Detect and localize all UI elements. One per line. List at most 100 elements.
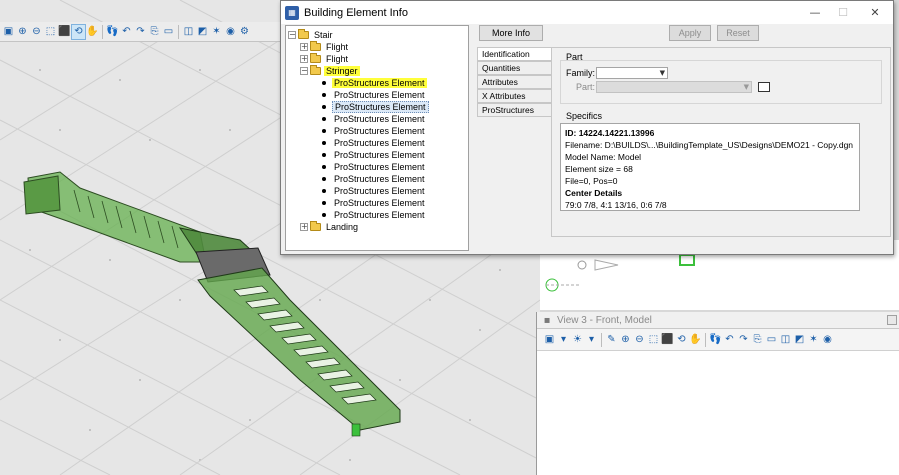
specifics-group-label: Specifics (566, 111, 603, 121)
next-view-icon[interactable]: ↷ (737, 333, 750, 347)
folder-open-icon (310, 65, 321, 75)
bullet-icon (322, 93, 326, 97)
walk-icon[interactable]: 👣 (106, 25, 119, 39)
more-info-button[interactable]: More Info (479, 25, 543, 41)
tab-x-attributes[interactable]: X Attributes (477, 89, 553, 103)
render-icon[interactable]: ✶ (210, 25, 223, 39)
view-attributes-icon[interactable]: ▣ (543, 333, 556, 347)
zoom-in-icon[interactable]: ⊕ (619, 333, 632, 347)
toolbar-divider (178, 24, 179, 39)
fit-view-icon[interactable]: ⬛ (58, 25, 71, 39)
tree-node-prostructures-element[interactable]: ProStructures Element (322, 209, 427, 221)
view-3-window[interactable]: ▪ View 3 - Front, Model ▣ ▾ ☀ ▾ ✎ ⊕ ⊖ ⬚ … (536, 312, 899, 475)
element-id: ID: 14224.14221.13996 (565, 128, 655, 138)
family-label: Family: (566, 68, 595, 78)
file-position: File=0, Pos=0 (565, 176, 618, 186)
rotate-view-icon[interactable]: ⟲ (675, 333, 688, 347)
view-3-titlebar[interactable]: ▪ View 3 - Front, Model (537, 312, 899, 329)
chevron-down-icon: ▼ (659, 69, 665, 77)
tab-attributes[interactable]: Attributes (477, 75, 553, 89)
copy-view-icon[interactable]: ⎘ (148, 25, 161, 39)
minimize-icon[interactable]: — (803, 4, 827, 20)
center-details-heading: Center Details (565, 188, 623, 198)
bullet-icon (322, 177, 326, 181)
tree-node-flight[interactable]: + Flight (300, 53, 350, 65)
view-display-icon[interactable]: ▭ (162, 25, 175, 39)
render-icon[interactable]: ✶ (807, 333, 820, 347)
maximize-icon[interactable]: ☐ (831, 4, 855, 20)
copy-view-icon[interactable]: ⎘ (751, 333, 764, 347)
window-area-icon[interactable]: ⬚ (44, 25, 57, 39)
close-icon[interactable]: ✕ (863, 4, 887, 20)
tree-node-prostructures-element[interactable]: ProStructures Element (322, 89, 427, 101)
view-attributes-icon[interactable]: ▣ (2, 25, 15, 39)
tree-node-prostructures-element[interactable]: ProStructures Element (322, 137, 427, 149)
next-view-icon[interactable]: ↷ (134, 25, 147, 39)
camera-icon[interactable]: ◉ (821, 333, 834, 347)
walk-icon[interactable]: 👣 (709, 333, 722, 347)
expand-icon[interactable]: + (300, 43, 308, 51)
apply-button[interactable]: Apply (669, 25, 711, 41)
model-name: Model Name: Model (565, 152, 642, 162)
view-display-icon[interactable]: ▭ (765, 333, 778, 347)
clip-volume-icon[interactable]: ◫ (779, 333, 792, 347)
building-element-info-dialog: ▦ Building Element Info — ☐ ✕ − Stair + … (280, 0, 894, 255)
tab-quantities[interactable]: Quantities (477, 61, 553, 75)
element-tree[interactable]: − Stair + Flight + Flight − Stringer Pro… (285, 25, 469, 251)
window-area-icon[interactable]: ⬚ (647, 333, 660, 347)
camera-icon[interactable]: ◉ (224, 25, 237, 39)
tree-node-prostructures-element[interactable]: ProStructures Element (322, 161, 427, 173)
expand-icon[interactable]: + (300, 55, 308, 63)
chevron-down-icon: ▼ (743, 83, 749, 91)
tree-node-prostructures-element[interactable]: ProStructures Element (322, 101, 429, 113)
fit-view-icon[interactable]: ⬛ (661, 333, 674, 347)
tree-node-prostructures-element[interactable]: ProStructures Element (322, 197, 427, 209)
view-settings-icon[interactable]: ⚙ (238, 25, 251, 39)
clip-mask-icon[interactable]: ◩ (793, 333, 806, 347)
display-style-icon[interactable]: ▾ (557, 333, 570, 347)
bullet-icon (322, 213, 326, 217)
tree-node-landing[interactable]: + Landing (300, 221, 360, 233)
tree-node-stair[interactable]: − Stair (288, 29, 335, 41)
toolbar-divider (102, 24, 103, 39)
tree-node-flight[interactable]: + Flight (300, 41, 350, 53)
tab-identification[interactable]: Identification (477, 47, 553, 61)
part-browse-icon[interactable] (758, 82, 770, 92)
expand-icon[interactable]: + (300, 223, 308, 231)
dialog-titlebar[interactable]: ▦ Building Element Info (281, 1, 893, 24)
specifics-box: ID: 14224.14221.13996 Filename: D:\BUILD… (560, 123, 860, 211)
rotate-view-icon[interactable]: ⟲ (71, 23, 86, 40)
zoom-out-icon[interactable]: ⊖ (633, 333, 646, 347)
display-style-dropdown-icon[interactable]: ▾ (585, 333, 598, 347)
pan-view-icon[interactable]: ✋ (86, 25, 99, 39)
tree-node-prostructures-element[interactable]: ProStructures Element (322, 125, 427, 137)
tab-prostructures[interactable]: ProStructures (477, 103, 553, 117)
part-dropdown[interactable]: ▼ (596, 81, 752, 93)
collapse-icon[interactable]: − (288, 31, 296, 39)
previous-view-icon[interactable]: ↶ (120, 25, 133, 39)
reset-button[interactable]: Reset (717, 25, 759, 41)
update-view-icon[interactable]: ✎ (605, 333, 618, 347)
view-3-close-icon[interactable] (887, 315, 897, 325)
tree-node-stringer[interactable]: − Stringer (300, 65, 360, 77)
bullet-icon (322, 189, 326, 193)
folder-icon (310, 53, 321, 63)
clip-volume-icon[interactable]: ◫ (182, 25, 195, 39)
tree-node-prostructures-element[interactable]: ProStructures Element (322, 77, 427, 89)
zoom-out-icon[interactable]: ⊖ (30, 25, 43, 39)
view-3-title: View 3 - Front, Model (557, 314, 652, 326)
app-icon: ▦ (285, 5, 299, 20)
center-details-values: 79:0 7/8, 4:1 13/16, 0:6 7/8 (565, 200, 667, 210)
family-dropdown[interactable]: ▼ (596, 67, 668, 79)
lighting-icon[interactable]: ☀ (571, 333, 584, 347)
bullet-icon (322, 141, 326, 145)
tree-node-prostructures-element[interactable]: ProStructures Element (322, 113, 427, 125)
clip-mask-icon[interactable]: ◩ (196, 25, 209, 39)
zoom-in-icon[interactable]: ⊕ (16, 25, 29, 39)
previous-view-icon[interactable]: ↶ (723, 333, 736, 347)
tree-node-prostructures-element[interactable]: ProStructures Element (322, 149, 427, 161)
tree-node-prostructures-element[interactable]: ProStructures Element (322, 173, 427, 185)
pan-view-icon[interactable]: ✋ (689, 333, 702, 347)
collapse-icon[interactable]: − (300, 67, 308, 75)
tree-node-prostructures-element[interactable]: ProStructures Element (322, 185, 427, 197)
